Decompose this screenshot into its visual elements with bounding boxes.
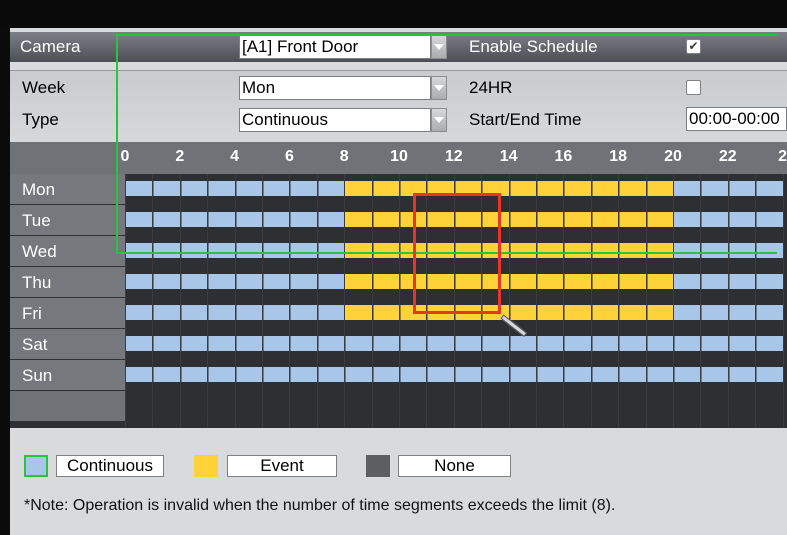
- continuous-segment[interactable]: [126, 212, 346, 227]
- hour-tick: 14: [499, 148, 518, 165]
- enable-schedule-checkbox[interactable]: ✔: [686, 39, 701, 54]
- hour-gridline: [316, 174, 318, 428]
- hour-tick: 4: [230, 148, 240, 165]
- hour-gridline: [179, 174, 181, 428]
- none-legend-label[interactable]: None: [398, 455, 511, 477]
- week-type-rows: Week Mon 24HR Type Continuous Start/End …: [10, 70, 787, 141]
- event-swatch[interactable]: [194, 455, 218, 477]
- none-swatch[interactable]: [366, 455, 390, 477]
- continuous-segment[interactable]: [126, 336, 784, 351]
- continuous-segment[interactable]: [126, 274, 346, 289]
- hour-gridline: [289, 174, 291, 428]
- chevron-down-icon[interactable]: [431, 76, 447, 100]
- hour-tick: 16: [554, 148, 573, 165]
- hour-tick: 6: [284, 148, 294, 165]
- continuous-segment[interactable]: [126, 181, 346, 196]
- hour-gridline: [755, 174, 757, 428]
- continuous-segment[interactable]: [674, 305, 784, 320]
- continuous-segment[interactable]: [126, 243, 346, 258]
- chevron-down-icon[interactable]: [431, 35, 447, 59]
- camera-select[interactable]: [A1] Front Door: [239, 35, 431, 59]
- day-label[interactable]: Tue: [10, 205, 125, 236]
- hour-gridline: [152, 174, 154, 428]
- hour-gridline: [700, 174, 702, 428]
- day-label[interactable]: Fri: [10, 298, 125, 329]
- start-end-time-label: Start/End Time: [469, 110, 582, 129]
- day-label[interactable]: Sun: [10, 360, 125, 391]
- hour-tick: 20: [664, 148, 682, 165]
- week-select[interactable]: Mon: [239, 76, 431, 100]
- hour-tick: 22: [718, 148, 737, 165]
- day-label[interactable]: Wed: [10, 236, 125, 267]
- hour-gridline: [371, 174, 373, 428]
- hour-gridline: [262, 174, 263, 428]
- hour-gridline: [207, 174, 209, 428]
- hour-gridline: [536, 174, 537, 428]
- enable-schedule-label: Enable Schedule: [469, 37, 598, 56]
- segment-limit-note: *Note: Operation is invalid when the num…: [24, 497, 616, 514]
- camera-row: Camera [A1] Front Door Enable Schedule ✔: [10, 32, 787, 62]
- hour-gridline: [508, 174, 510, 428]
- hour-gridline: [645, 174, 647, 428]
- type-select[interactable]: Continuous: [239, 108, 431, 132]
- hour-tick: 8: [339, 148, 349, 165]
- top-bar: [0, 0, 787, 28]
- week-label: Week: [22, 78, 66, 97]
- hour-gridline: [618, 174, 620, 428]
- hour-gridline: [563, 174, 565, 428]
- continuous-segment[interactable]: [126, 367, 784, 382]
- hour-tick: 10: [390, 148, 408, 165]
- hour-tick: 18: [609, 148, 628, 165]
- 24hr-label: 24HR: [469, 78, 513, 97]
- day-label[interactable]: Mon: [10, 174, 125, 205]
- hour-tick: 0: [120, 148, 130, 165]
- day-label[interactable]: [10, 391, 125, 422]
- 24hr-checkbox[interactable]: [686, 80, 701, 95]
- hour-tick: 2: [778, 148, 787, 165]
- hour-header: 0 2 4 6 8 10 12 14 16 18 20 22 2: [10, 142, 787, 174]
- continuous-segment[interactable]: [674, 274, 784, 289]
- continuous-segment[interactable]: [674, 212, 784, 227]
- continuous-segment[interactable]: [674, 243, 784, 258]
- start-end-time-input[interactable]: 00:00-00:00: [686, 107, 787, 131]
- continuous-segment[interactable]: [126, 305, 346, 320]
- hour-gridline: [344, 174, 346, 428]
- event-legend-label[interactable]: Event: [227, 455, 337, 477]
- camera-label: Camera: [20, 37, 81, 56]
- day-label[interactable]: Thu: [10, 267, 125, 298]
- hour-tick: 12: [444, 148, 463, 165]
- hour-gridline: [590, 174, 592, 428]
- continuous-segment[interactable]: [674, 181, 784, 196]
- continuous-swatch[interactable]: [24, 455, 48, 477]
- schedule-grid[interactable]: 0 2 4 6 8 10 12 14 16 18 20 22 2 Mon Tue Wed Thu Fri Sat S…: [10, 142, 787, 428]
- hour-gridline: [234, 174, 236, 428]
- continuous-legend-label[interactable]: Continuous: [56, 455, 164, 477]
- day-label[interactable]: Sat: [10, 329, 125, 360]
- hour-gridline: [399, 174, 400, 428]
- day-schedule-row[interactable]: [125, 391, 787, 422]
- hour-tick: 2: [175, 148, 185, 165]
- day-schedule-row[interactable]: [125, 360, 787, 391]
- chevron-down-icon[interactable]: [431, 108, 447, 132]
- hour-gridline: [125, 174, 126, 428]
- hour-gridline: [782, 174, 784, 428]
- drag-selection-box: [413, 193, 501, 314]
- hour-gridline: [673, 174, 674, 428]
- type-label: Type: [22, 110, 59, 129]
- hour-gridline: [727, 174, 729, 428]
- day-schedule-row[interactable]: [125, 329, 787, 360]
